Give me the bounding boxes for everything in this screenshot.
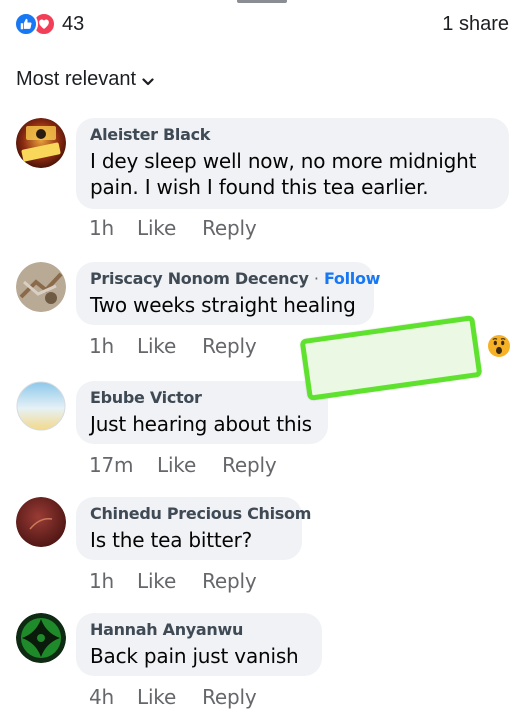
like-button[interactable]: Like (137, 569, 176, 593)
chevron-down-icon (142, 69, 154, 92)
comment-actions: 4h Like Reply (89, 685, 257, 709)
comment-author[interactable]: Ebube Victor (90, 388, 314, 407)
comment-text: Two weeks straight healing (90, 292, 360, 318)
comment-author-line: Priscacy Nonom Decency · Follow (90, 269, 380, 288)
avatar[interactable] (16, 118, 66, 168)
reply-button[interactable]: Reply (222, 453, 277, 477)
reply-button[interactable]: Reply (202, 685, 257, 709)
comment-timestamp[interactable]: 1h (89, 569, 137, 593)
like-button[interactable]: Like (157, 453, 196, 477)
follow-button[interactable]: Follow (324, 269, 381, 288)
comment-text-line: pain. I wish I found this tea earlier. (90, 175, 429, 199)
comment-timestamp[interactable]: 17m (89, 453, 157, 477)
comment-timestamp[interactable]: 1h (89, 216, 137, 240)
like-button[interactable]: Like (137, 334, 176, 358)
comment-text: Back pain just vanish (90, 643, 308, 669)
reply-button[interactable]: Reply (202, 334, 257, 358)
avatar[interactable] (16, 613, 66, 663)
sort-label: Most relevant (16, 68, 137, 90)
comment-bubble: Chinedu Precious Chisom Is the tea bitte… (76, 497, 311, 560)
reply-button[interactable]: Reply (202, 569, 257, 593)
like-icon (14, 12, 38, 36)
comment-bubble: Aleister Black I dey sleep well now, no … (76, 118, 509, 209)
comment-author[interactable]: Hannah Anyanwu (90, 620, 308, 639)
avatar[interactable] (16, 262, 66, 312)
comment-actions: 1h Like Reply (89, 334, 257, 358)
drag-handle[interactable] (237, 0, 287, 3)
comment-actions: 1h Like Reply (89, 216, 257, 240)
like-button[interactable]: Like (137, 685, 176, 709)
comment-author[interactable]: Chinedu Precious Chisom (90, 504, 311, 523)
reaction-count: 43 (62, 12, 85, 35)
comment-text: I dey sleep well now, no more midnight p… (90, 148, 495, 200)
comment-timestamp[interactable]: 4h (89, 685, 137, 709)
comment-text: Is the tea bitter? (90, 527, 288, 553)
comment-bubble: Priscacy Nonom Decency · Follow Two week… (76, 262, 380, 325)
sort-dropdown[interactable]: Most relevant (16, 67, 154, 92)
separator-dot: · (313, 269, 319, 288)
comment-text-line: Back pain just vanish (90, 644, 299, 668)
comment-author[interactable]: Priscacy Nonom Decency (90, 269, 309, 288)
comment-actions: 17m Like Reply (89, 453, 277, 477)
reaction-summary[interactable]: 43 (14, 12, 84, 36)
reply-button[interactable]: Reply (202, 216, 257, 240)
wow-reaction-icon[interactable] (487, 334, 511, 358)
comment-timestamp[interactable]: 1h (89, 334, 137, 358)
comment-bubble: Ebube Victor Just hearing about this (76, 381, 328, 444)
comment-text-line: I dey sleep well now, no more midnight (90, 149, 477, 173)
comment-actions: 1h Like Reply (89, 569, 257, 593)
comment-text-line: Two weeks straight healing (90, 293, 356, 317)
comment-text: Just hearing about this (90, 411, 314, 437)
like-button[interactable]: Like (137, 216, 176, 240)
avatar[interactable] (16, 497, 66, 547)
avatar[interactable] (16, 381, 66, 431)
share-count[interactable]: 1 share (442, 13, 509, 36)
comment-text-line: Is the tea bitter? (90, 528, 253, 552)
comment-author[interactable]: Aleister Black (90, 125, 495, 144)
comment-bubble: Hannah Anyanwu Back pain just vanish (76, 613, 322, 676)
highlight-box (299, 315, 483, 401)
comment-text-line: Just hearing about this (90, 412, 312, 436)
